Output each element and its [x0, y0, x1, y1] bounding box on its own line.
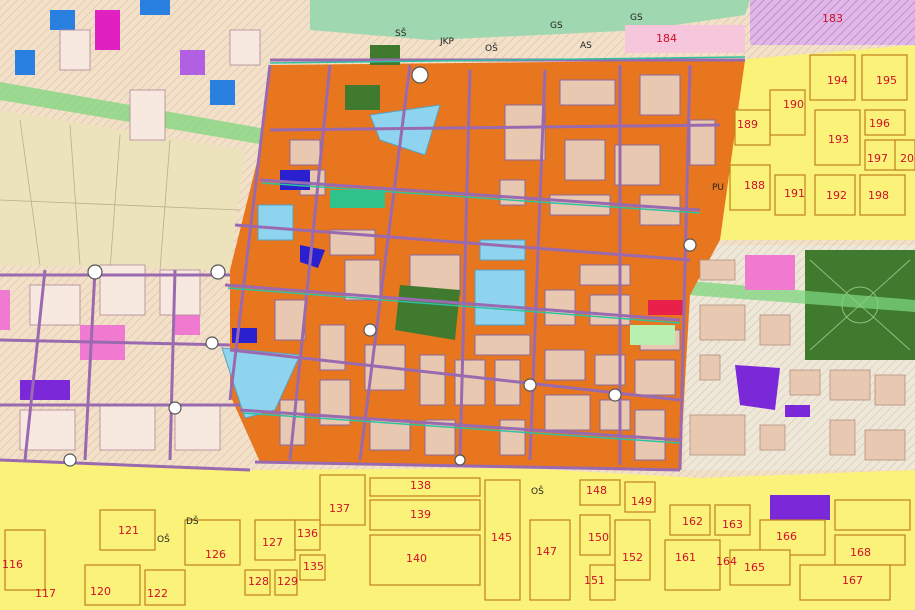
red-plot [648, 300, 683, 315]
plot-label: 197 [867, 152, 888, 165]
plot-label: 188 [744, 179, 765, 192]
plot-label: 117 [35, 587, 56, 600]
plot-label: 136 [297, 527, 318, 540]
plot-label: 161 [675, 551, 696, 564]
plot-label: 147 [536, 545, 557, 558]
plot-label: 20 [900, 152, 914, 165]
map-canvas: 183 184 194 195 190 189 193 196 197 20 1… [0, 0, 915, 610]
plot-label: 152 [622, 551, 643, 564]
plot-label: 122 [147, 587, 168, 600]
zone-code: AS [580, 41, 592, 51]
teal-strip [330, 190, 385, 208]
zone-code: JKP [439, 37, 455, 47]
plot-label: 163 [722, 518, 743, 531]
zone-code: PU [712, 183, 724, 193]
plot-label: 128 [248, 575, 269, 588]
zone-code: GS [550, 21, 563, 31]
zone-code: OŠ [531, 485, 544, 497]
plot-label: 116 [2, 558, 23, 571]
plot-label: 162 [682, 515, 703, 528]
light-green-plot [630, 325, 675, 345]
plot-label: 198 [868, 189, 889, 202]
plot-label: 196 [869, 117, 890, 130]
plot-label: 121 [118, 524, 139, 537]
plot-label: 150 [588, 531, 609, 544]
plot-label: 135 [303, 560, 324, 573]
zone-code: OŠ [157, 533, 170, 545]
plot-label: 151 [584, 574, 605, 587]
plot-label: 120 [90, 585, 111, 598]
plot-label: 129 [277, 575, 298, 588]
plot-label: 168 [850, 546, 871, 559]
plot-label: 167 [842, 574, 863, 587]
plot-label: 145 [491, 531, 512, 544]
city-core [230, 60, 745, 470]
plot-label: 183 [822, 12, 843, 25]
plot-label: 189 [737, 118, 758, 131]
plot-label: 192 [826, 189, 847, 202]
plot-label: 184 [656, 32, 677, 45]
plot-label: 138 [410, 479, 431, 492]
zone-code: OŠ [485, 42, 498, 54]
urban-plan-map[interactable]: 183 184 194 195 190 189 193 196 197 20 1… [0, 0, 915, 610]
plot-label: 149 [631, 495, 652, 508]
plot-label: 137 [329, 502, 350, 515]
plot-label: 126 [205, 548, 226, 561]
plot-label: 127 [262, 536, 283, 549]
zone-code: SŠ [395, 27, 407, 39]
plot-184-block [625, 25, 745, 53]
plot-label: 191 [784, 187, 805, 200]
plot-label: 165 [744, 561, 765, 574]
plot-label: 193 [828, 133, 849, 146]
zone-code: GS [630, 13, 643, 23]
plot-label: 139 [410, 508, 431, 521]
plot-label: 166 [776, 530, 797, 543]
plot-label: 194 [827, 74, 848, 87]
plot-label: 140 [406, 552, 427, 565]
plot-label: 195 [876, 74, 897, 87]
plot-label: 164 [716, 555, 737, 568]
plot-label: 190 [783, 98, 804, 111]
zone-code: DŠ [186, 515, 199, 527]
plot-label: 148 [586, 484, 607, 497]
